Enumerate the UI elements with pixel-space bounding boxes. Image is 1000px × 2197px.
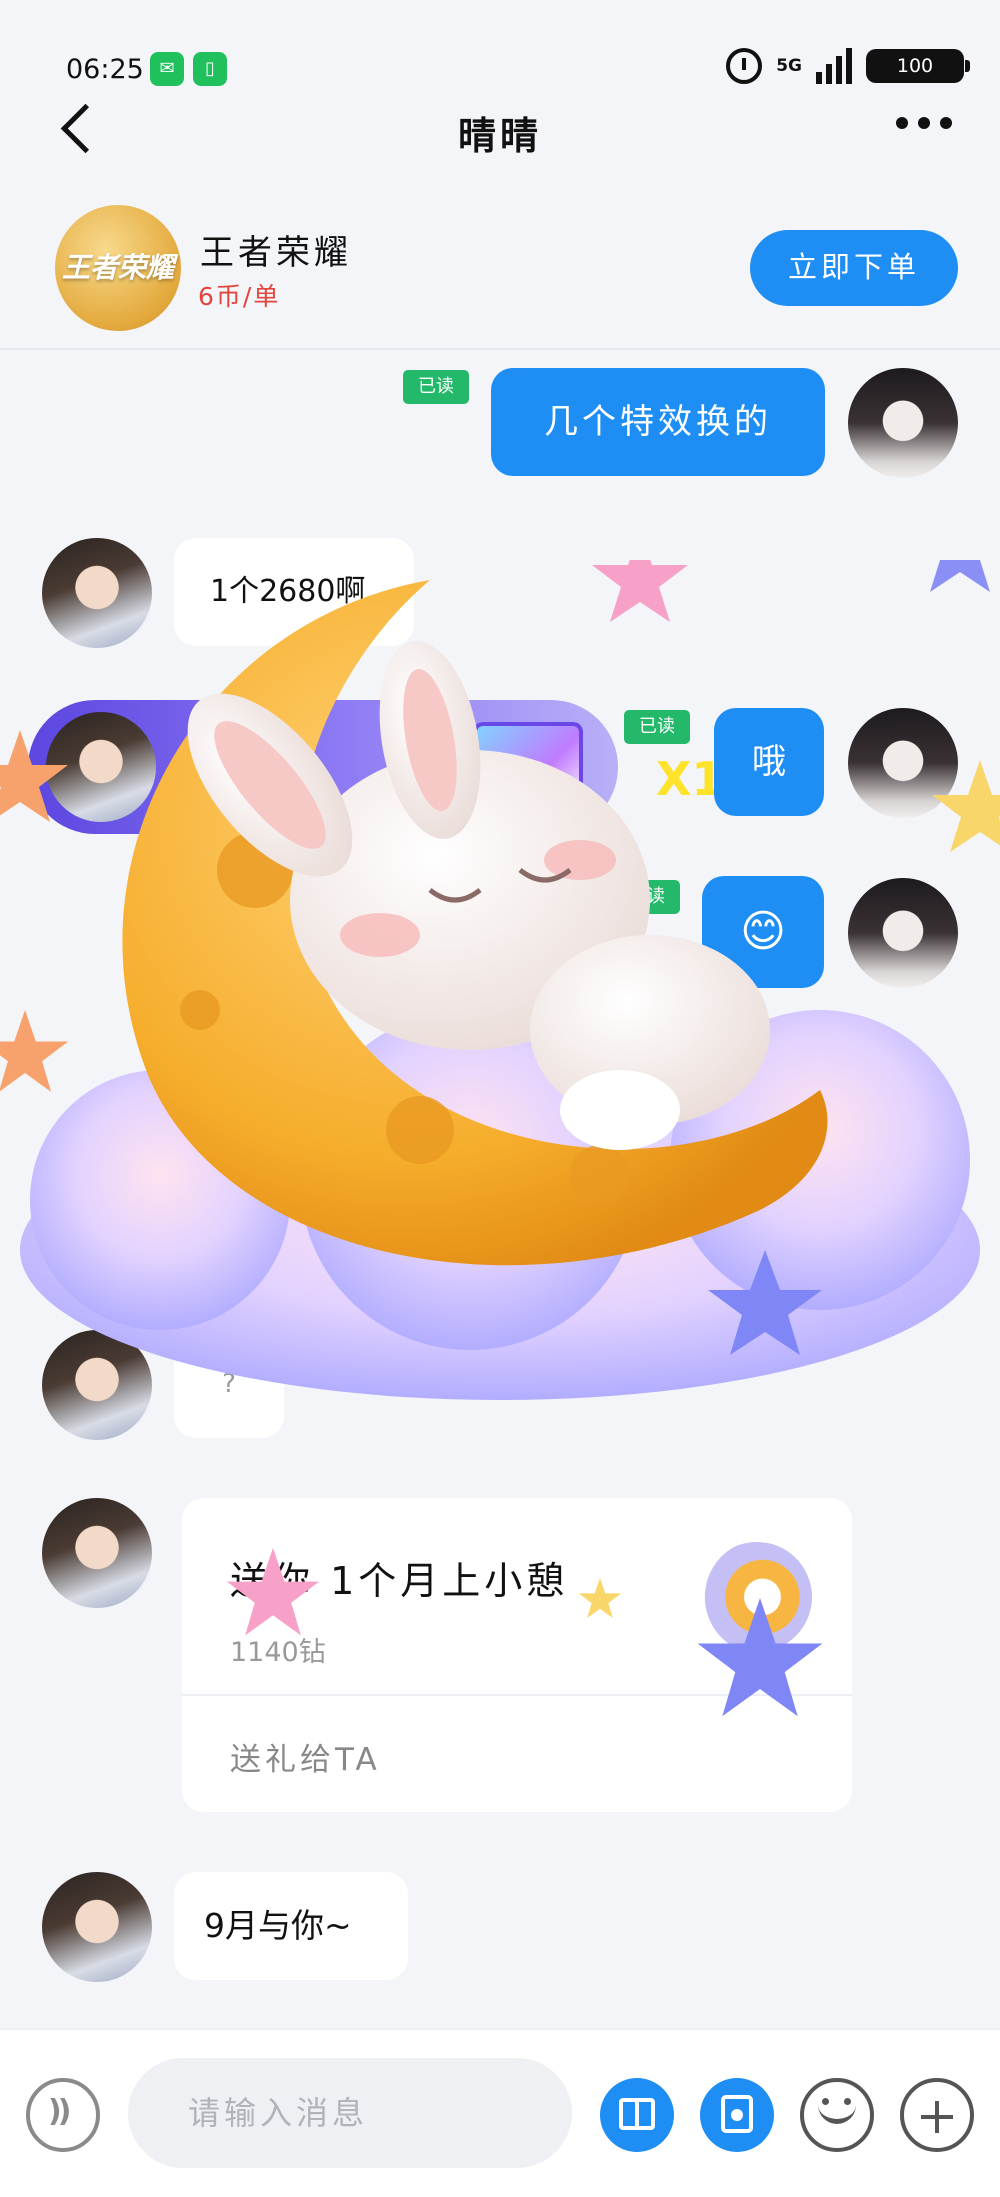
star-shape bbox=[930, 560, 990, 592]
game-price: 6币/单 bbox=[198, 282, 281, 311]
message-bubble-outgoing[interactable]: 哦 bbox=[714, 708, 824, 816]
message-bubble-outgoing[interactable]: 几个特效换的 bbox=[491, 368, 825, 476]
message-bubble-incoming[interactable]: ? bbox=[174, 1330, 284, 1438]
star-shape bbox=[592, 560, 688, 622]
read-status-tag: 已读 bbox=[614, 880, 680, 914]
gift-banner[interactable] bbox=[28, 700, 618, 834]
contact-avatar[interactable] bbox=[42, 1498, 152, 1608]
order-now-button[interactable]: 立即下单 bbox=[750, 230, 958, 306]
game-name: 王者荣耀 bbox=[200, 233, 352, 273]
voice-icon[interactable] bbox=[26, 2078, 100, 2152]
star-decoration bbox=[0, 1010, 69, 1092]
game-logo: 王者荣耀 bbox=[55, 205, 181, 331]
status-time: 06:25 bbox=[66, 54, 144, 85]
gift-card-price: 1140钻 bbox=[230, 1637, 326, 1668]
my-avatar[interactable] bbox=[848, 878, 958, 988]
app-notification-icon: ▯ bbox=[193, 52, 227, 86]
message-input[interactable] bbox=[128, 2058, 572, 2168]
more-options-icon[interactable] bbox=[896, 117, 952, 129]
contact-avatar bbox=[46, 712, 156, 822]
message-bubble-incoming[interactable]: 9月与你~ bbox=[174, 1872, 408, 1980]
signal-icon bbox=[816, 48, 852, 84]
emoji-button[interactable] bbox=[800, 2078, 874, 2152]
my-avatar[interactable] bbox=[848, 368, 958, 478]
read-status-tag: 已读 bbox=[624, 710, 690, 744]
emoji-icon bbox=[818, 2098, 856, 2124]
gift-button[interactable] bbox=[600, 2078, 674, 2152]
contact-avatar[interactable] bbox=[42, 538, 152, 648]
gift-box-icon bbox=[473, 722, 583, 810]
chat-title: 晴晴 bbox=[457, 114, 542, 158]
send-gift-link[interactable]: 送礼给TA bbox=[230, 1734, 381, 1779]
cloud-shape bbox=[20, 1010, 980, 1400]
star-shape bbox=[708, 1250, 822, 1355]
more-button[interactable] bbox=[900, 2078, 974, 2152]
red-packet-button[interactable] bbox=[700, 2078, 774, 2152]
network-type: 5G bbox=[776, 56, 802, 76]
input-bar bbox=[0, 2028, 1000, 2197]
message-bubble-outgoing[interactable]: 😊 bbox=[702, 876, 824, 988]
red-packet-icon bbox=[721, 2095, 753, 2133]
contact-avatar[interactable] bbox=[42, 1872, 152, 1982]
wechat-notification-icon: ✉ bbox=[150, 52, 184, 86]
battery-icon: 100 bbox=[866, 49, 970, 83]
read-status-tag: 已读 bbox=[403, 370, 469, 404]
gift-icon bbox=[619, 2098, 655, 2130]
contact-avatar[interactable] bbox=[42, 1330, 152, 1440]
status-bar: 06:25 ✉ ▯ 5G 100 bbox=[0, 0, 1000, 110]
bunny-moon-sticker bbox=[0, 560, 1000, 1400]
plus-icon bbox=[921, 2101, 953, 2133]
my-avatar[interactable] bbox=[848, 708, 958, 818]
game-order-card: 王者荣耀 王者荣耀 6币/单 立即下单 bbox=[0, 195, 1000, 350]
message-bubble-incoming[interactable]: 1个2680啊 bbox=[174, 538, 414, 646]
alarm-icon bbox=[726, 48, 763, 84]
nav-bar: 晴晴 bbox=[0, 95, 1000, 165]
